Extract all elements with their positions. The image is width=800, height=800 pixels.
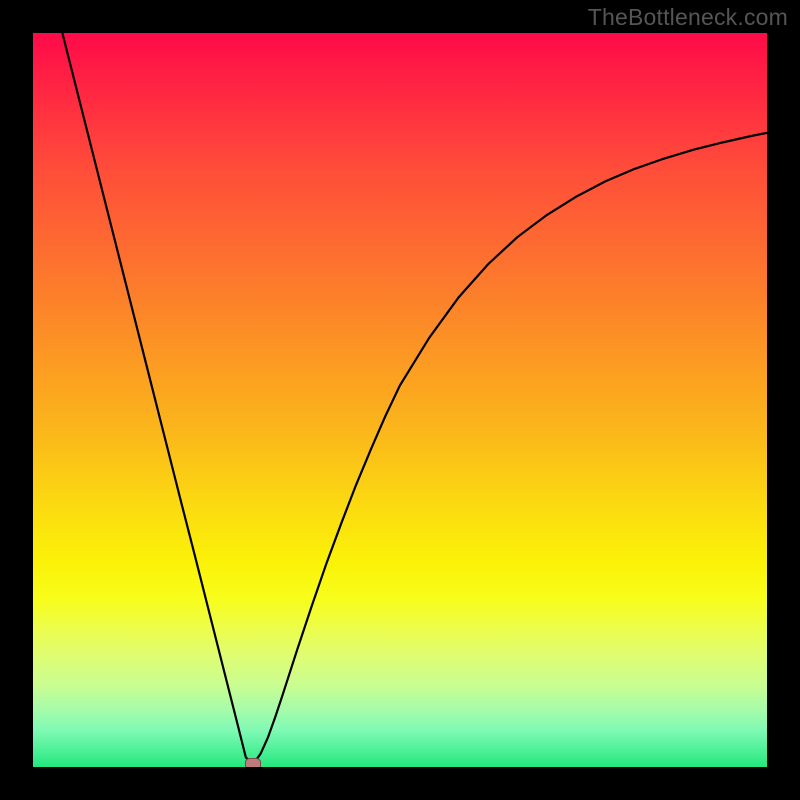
curve-layer — [33, 33, 767, 767]
chart-frame: TheBottleneck.com — [0, 0, 800, 800]
plot-area — [33, 33, 767, 767]
watermark-text: TheBottleneck.com — [588, 4, 788, 31]
bottleneck-curve — [62, 33, 767, 764]
optimum-point — [245, 758, 261, 767]
